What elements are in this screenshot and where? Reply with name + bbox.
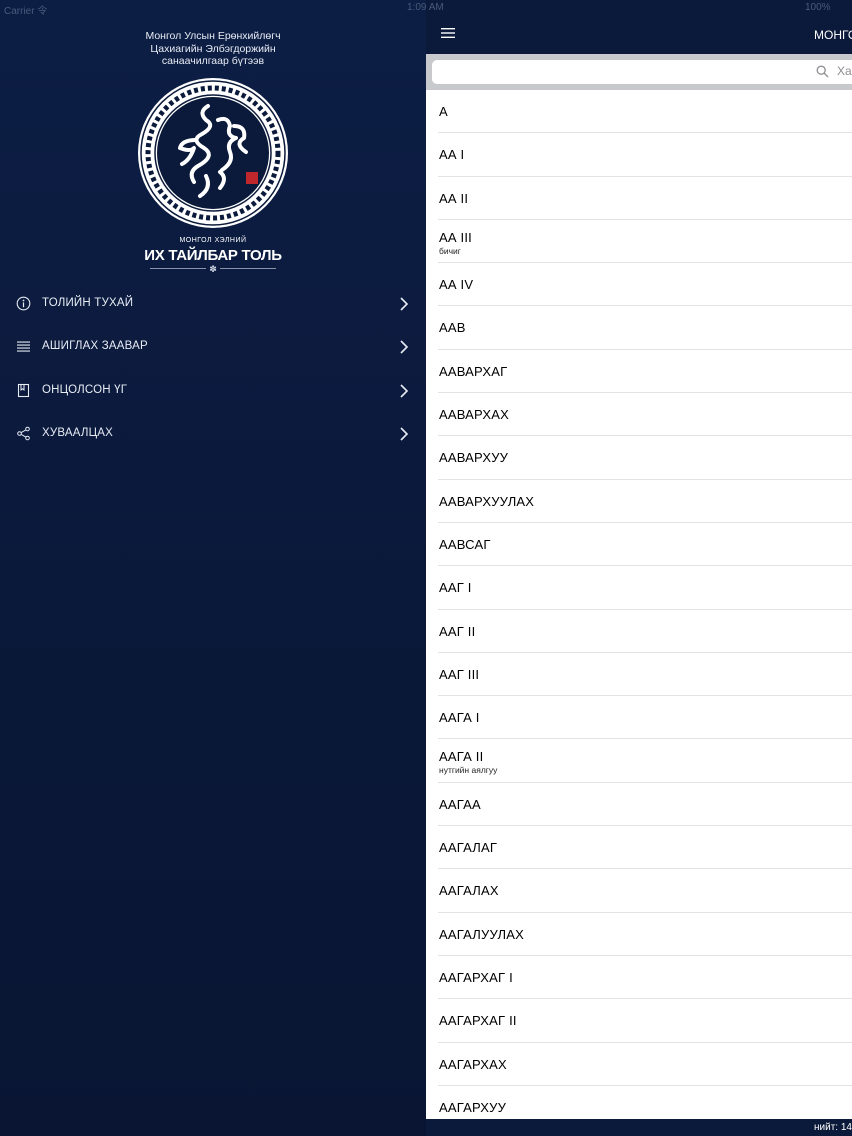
list-item[interactable]: АА IV <box>438 263 852 307</box>
chevron-right-icon <box>400 427 409 441</box>
search-bar <box>426 54 852 90</box>
logo-subtitle: МОНГОЛ ХЭЛНИЙ <box>179 237 247 244</box>
word-label: ААГАРХУУ <box>439 1099 507 1115</box>
word-label: ААГАА <box>439 796 481 812</box>
word-label: АА IV <box>439 277 474 293</box>
word-note: бичиг <box>439 245 461 256</box>
share-icon <box>17 426 30 441</box>
list-item[interactable]: ААГАА <box>438 783 852 827</box>
word-label: ААГАРХАГ II <box>439 1013 517 1029</box>
chevron-right-icon <box>400 340 409 354</box>
list-item[interactable]: АА II <box>438 177 852 220</box>
word-label: ААВАРХАХ <box>439 407 509 423</box>
footer-bar: нийт: 14 <box>426 1119 852 1136</box>
search-input[interactable] <box>837 64 852 78</box>
menu-item-instructions[interactable]: АШИГЛАХ ЗААВАР <box>0 325 426 368</box>
word-label: ААВАРХАГ <box>439 363 508 379</box>
list-item[interactable]: ААВАРХУУ <box>438 436 852 480</box>
list-item[interactable]: ААГ II <box>438 610 852 653</box>
list-item[interactable]: ААВАРХАХ <box>438 393 852 437</box>
logo-emblem-icon <box>138 78 288 228</box>
total-count: нийт: 14 <box>814 1122 852 1133</box>
logo-ornament: ✽ <box>209 264 217 274</box>
dictionary-logo <box>136 76 290 230</box>
hamburger-icon[interactable] <box>441 27 456 39</box>
word-label: ААВАРХУУ <box>439 450 509 466</box>
page-title: МОНГОЛ <box>814 28 852 42</box>
word-label: АА I <box>439 147 465 163</box>
word-label: ААГАРХАГ I <box>439 969 513 985</box>
list-item[interactable]: АА III бичиг <box>438 220 852 264</box>
chevron-right-icon <box>400 297 409 311</box>
list-item[interactable]: ААГА II нутгийн аялгуу <box>438 739 852 783</box>
word-label: ААВСАГ <box>439 536 491 552</box>
search-field[interactable] <box>432 60 852 84</box>
word-list: А АА I АА II АА III бичиг АА IV ААВ ААВАР… <box>426 90 852 1130</box>
credit-text: Монгол Улсын Ерөнхийлөгч Цахиагийн Элбэг… <box>0 30 426 68</box>
word-label: ААГ III <box>439 666 480 682</box>
battery-level: 100% <box>805 2 831 13</box>
list-item[interactable]: ААГАЛАГ <box>438 826 852 870</box>
menu-item-featured-words[interactable]: ОНЦОЛСОН ҮГ <box>0 369 426 412</box>
word-label: ААГА I <box>439 710 480 726</box>
menu-item-label: ТОЛИЙН ТУХАЙ <box>42 297 134 309</box>
word-label: ААГА II <box>439 749 484 765</box>
list-item[interactable]: ААВАРХАГ <box>438 350 852 394</box>
list-item[interactable]: ААГАРХАГ I <box>438 956 852 1000</box>
list-item[interactable]: ААГАЛАХ <box>438 869 852 913</box>
list-icon <box>17 341 30 352</box>
list-item[interactable]: А <box>438 90 852 134</box>
status-bar: Carrier 令 1:09 AM 100% <box>0 0 852 17</box>
list-item[interactable]: ААВАРХУУЛАХ <box>438 480 852 523</box>
list-item[interactable]: ААВСАГ <box>438 523 852 567</box>
word-label: ААГАЛУУЛАХ <box>439 926 524 942</box>
word-label: А <box>439 104 448 119</box>
list-item[interactable]: АА I <box>438 133 852 177</box>
word-label: ААГАЛАХ <box>439 883 499 899</box>
logo-title: ИХ ТАЙЛБАР ТОЛЬ <box>144 247 282 264</box>
menu-item-label: АШИГЛАХ ЗААВАР <box>42 340 148 353</box>
word-label: ААВАРХУУЛАХ <box>439 493 535 509</box>
search-icon <box>816 65 829 78</box>
word-label: ААГАРХАХ <box>439 1056 507 1072</box>
menu-item-label: ОНЦОЛСОН ҮГ <box>42 383 128 396</box>
word-label: ААГАЛАГ <box>439 840 498 856</box>
menu-item-label: ХУВААЛЦАХ <box>42 427 114 440</box>
carrier-label: Carrier 令 <box>4 6 48 17</box>
info-icon <box>16 296 31 311</box>
word-label: ААГ II <box>439 623 476 639</box>
credit-line: Цахиагийн Элбэгдоржийн <box>150 42 276 55</box>
list-item[interactable]: ААГ III <box>438 653 852 697</box>
bookmark-icon <box>17 383 30 397</box>
word-label: ААВ <box>439 320 466 336</box>
clock: 1:09 AM <box>407 2 444 13</box>
word-label: АА II <box>439 190 469 206</box>
list-item[interactable]: ААГ I <box>438 566 852 610</box>
app-screen: Carrier 令 1:09 AM 100% Монгол Улсын Ерөн… <box>0 0 852 1136</box>
menu-item-share[interactable]: ХУВААЛЦАХ <box>0 412 426 455</box>
list-item[interactable]: ААВ <box>438 306 852 350</box>
chevron-right-icon <box>400 384 409 398</box>
credit-line: Монгол Улсын Ерөнхийлөгч <box>145 30 281 42</box>
list-item[interactable]: ААГАЛУУЛАХ <box>438 913 852 956</box>
word-note: нутгийн аялгуу <box>439 765 498 776</box>
menu-item-about[interactable]: ТОЛИЙН ТУХАЙ <box>0 282 426 325</box>
word-label: АА III <box>439 229 472 245</box>
dictionary-panel: МОНГОЛ А АА I АА II АА IIIбичиг АА IV АА… <box>426 0 852 1136</box>
word-label: ААГ I <box>439 580 472 596</box>
side-drawer: Монгол Улсын Ерөнхийлөгч Цахиагийн Элбэг… <box>0 0 426 1136</box>
list-item[interactable]: ААГА I <box>438 696 852 740</box>
drawer-menu: ТОЛИЙН ТУХАЙ АШИГЛАХ ЗААВАР ОНЦОЛСОН ҮГ … <box>0 282 426 456</box>
list-item[interactable]: ААГАРХАХ <box>438 1043 852 1086</box>
credit-line: санаачилгаар бүтээв <box>161 55 265 67</box>
list-item[interactable]: ААГАРХАГ II <box>438 999 852 1043</box>
